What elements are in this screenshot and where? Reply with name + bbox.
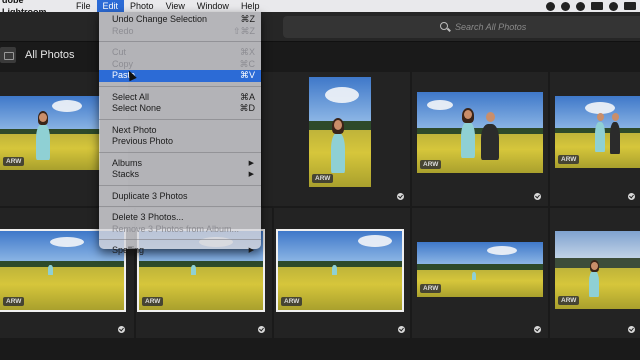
photo-thumbnail-selected[interactable]: ARW bbox=[276, 229, 404, 312]
submenu-arrow-icon: ▶ bbox=[248, 171, 254, 178]
title-bar: All Photos bbox=[0, 42, 640, 70]
shortcut-label: ⇧⌘Z bbox=[232, 25, 255, 36]
submenu-arrow-icon: ▶ bbox=[248, 247, 254, 254]
record-icon[interactable] bbox=[546, 1, 555, 11]
airplay-icon[interactable] bbox=[624, 2, 636, 10]
raw-badge: ARW bbox=[312, 174, 334, 183]
raw-badge: ARW bbox=[3, 297, 25, 306]
menu-item-label: Cut bbox=[112, 47, 127, 57]
menu-item-label: Stacks bbox=[112, 169, 140, 179]
grid-cell[interactable]: ARW bbox=[412, 208, 548, 338]
shortcut-label: ⌘C bbox=[239, 58, 256, 69]
grid-cell[interactable]: ARW bbox=[550, 208, 640, 338]
app-header: Search All Photos bbox=[0, 12, 640, 42]
menu-item-label: Select None bbox=[112, 103, 162, 113]
camera-icon[interactable] bbox=[561, 1, 570, 11]
menu-item-delete[interactable]: Delete 3 Photos... bbox=[99, 212, 261, 224]
menu-item-next-photo[interactable]: Next Photo bbox=[99, 125, 261, 137]
synced-check-icon bbox=[397, 193, 404, 200]
menu-item-albums[interactable]: Albums ▶ bbox=[99, 158, 261, 170]
menu-file[interactable]: File bbox=[70, 0, 97, 12]
shortcut-label: ⌘X bbox=[239, 47, 255, 57]
grid-cell[interactable]: ARW bbox=[550, 72, 640, 206]
menu-help[interactable]: Help bbox=[235, 0, 266, 12]
status-icons bbox=[546, 0, 636, 12]
menu-view[interactable]: View bbox=[160, 0, 191, 12]
menu-item-redo: Redo ⇧⌘Z bbox=[99, 26, 261, 38]
menu-item-label: Copy bbox=[112, 58, 134, 69]
menu-separator bbox=[99, 85, 261, 87]
raw-badge: ARW bbox=[558, 296, 580, 305]
album-icon[interactable] bbox=[0, 47, 16, 63]
menu-window[interactable]: Window bbox=[191, 0, 235, 12]
menu-separator bbox=[99, 118, 261, 120]
menu-item-previous-photo[interactable]: Previous Photo bbox=[99, 136, 261, 148]
menu-item-label: Next Photo bbox=[112, 124, 157, 135]
submenu-arrow-icon: ▶ bbox=[248, 159, 254, 167]
raw-badge: ARW bbox=[558, 155, 580, 164]
raw-badge: ARW bbox=[420, 160, 442, 169]
shortcut-label: ⌘D bbox=[239, 103, 256, 113]
menu-item-stacks[interactable]: Stacks ▶ bbox=[99, 169, 261, 181]
shield-icon[interactable] bbox=[576, 1, 585, 11]
menu-separator bbox=[99, 206, 261, 207]
grid-cell[interactable]: ARW bbox=[262, 72, 410, 206]
menu-item-label: Remove 3 Photos from Album... bbox=[112, 223, 240, 234]
shortcut-label: ⌘V bbox=[239, 70, 255, 80]
synced-check-icon bbox=[628, 193, 635, 200]
menu-item-spelling[interactable]: Spelling ▶ bbox=[99, 245, 261, 257]
photo-thumbnail[interactable]: ARW bbox=[0, 96, 100, 170]
grid-cell[interactable]: ARW bbox=[412, 72, 548, 206]
macos-menubar: dobe Lightroom File Edit Photo View Wind… bbox=[0, 0, 640, 17]
menu-item-remove-from-album: Remove 3 Photos from Album... bbox=[99, 224, 261, 236]
menu-item-label: Previous Photo bbox=[112, 136, 174, 146]
menu-item-label: Albums bbox=[112, 157, 143, 168]
photo-thumbnail[interactable]: ARW bbox=[555, 231, 640, 309]
synced-check-icon bbox=[534, 326, 541, 333]
photo-thumbnail[interactable]: ARW bbox=[417, 242, 543, 297]
search-placeholder: Search All Photos bbox=[455, 22, 527, 32]
menu-item-label: Spelling bbox=[112, 245, 145, 255]
menu-item-cut: Cut ⌘X bbox=[99, 47, 261, 59]
menu-edit[interactable]: Edit bbox=[96, 0, 125, 12]
shortcut-label: ⌘Z bbox=[240, 14, 256, 24]
synced-check-icon bbox=[628, 326, 635, 333]
photo-thumbnail[interactable]: ARW bbox=[555, 96, 640, 168]
shortcut-label: ⌘A bbox=[239, 91, 255, 102]
menu-item-undo[interactable]: Undo Change Selection ⌘Z bbox=[99, 14, 261, 26]
menu-photo[interactable]: Photo bbox=[124, 0, 160, 12]
menu-separator bbox=[99, 239, 261, 240]
menu-item-label: Select All bbox=[112, 91, 150, 102]
cloud-icon[interactable] bbox=[609, 1, 618, 11]
menu-item-label: Redo bbox=[112, 25, 134, 36]
photo-thumbnail[interactable]: ARW bbox=[309, 77, 371, 187]
search-icon bbox=[440, 22, 448, 30]
menu-item-select-all[interactable]: Select All ⌘A bbox=[99, 92, 261, 104]
synced-check-icon bbox=[258, 326, 265, 333]
menu-item-label: Duplicate 3 Photos bbox=[112, 190, 188, 201]
synced-check-icon bbox=[398, 326, 405, 333]
menu-item-duplicate[interactable]: Duplicate 3 Photos bbox=[99, 191, 261, 203]
menu-item-select-none[interactable]: Select None ⌘D bbox=[99, 103, 261, 115]
menu-item-copy: Copy ⌘C bbox=[99, 59, 261, 71]
page-title: All Photos bbox=[25, 49, 75, 61]
photo-thumbnail[interactable]: ARW bbox=[417, 92, 543, 173]
menu-item-paste[interactable]: Paste ⌘V bbox=[99, 70, 261, 82]
synced-check-icon bbox=[534, 193, 541, 200]
grid-cell[interactable]: ARW bbox=[274, 208, 410, 338]
menu-separator bbox=[99, 41, 261, 42]
synced-check-icon bbox=[118, 326, 125, 333]
raw-badge: ARW bbox=[3, 157, 25, 166]
search-input[interactable]: Search All Photos bbox=[283, 16, 640, 38]
raw-badge: ARW bbox=[281, 297, 303, 306]
menu-item-label: Undo Change Selection bbox=[112, 14, 208, 24]
menu-separator bbox=[99, 184, 261, 186]
menu-separator bbox=[99, 151, 261, 153]
hd-icon[interactable] bbox=[591, 2, 603, 10]
raw-badge: ARW bbox=[142, 297, 164, 306]
edit-menu-dropdown: Undo Change Selection ⌘Z Redo ⇧⌘Z Cut ⌘X… bbox=[99, 12, 261, 255]
menu-item-label: Delete 3 Photos... bbox=[112, 212, 184, 222]
raw-badge: ARW bbox=[420, 284, 442, 293]
